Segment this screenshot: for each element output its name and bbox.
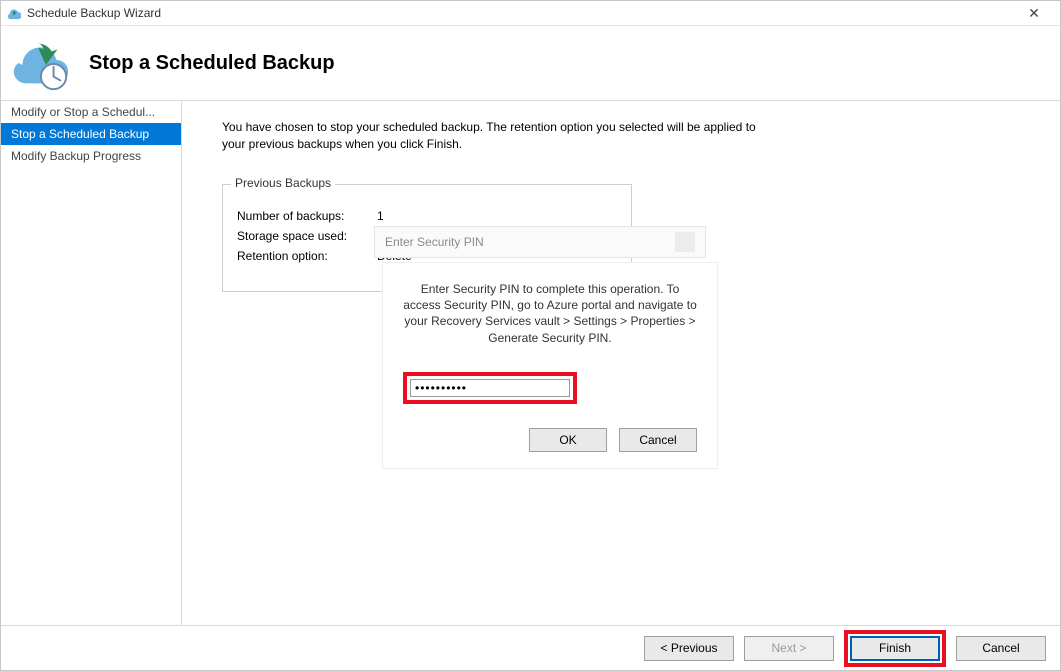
cancel-button[interactable]: Cancel <box>956 636 1046 661</box>
page-icon <box>9 32 71 94</box>
pin-input-highlight <box>403 372 577 404</box>
finish-button[interactable]: Finish <box>850 636 940 661</box>
pin-ok-button[interactable]: OK <box>529 428 607 452</box>
backup-count-value: 1 <box>377 209 384 223</box>
step-stop-scheduled[interactable]: Stop a Scheduled Backup <box>1 123 181 145</box>
previous-button[interactable]: < Previous <box>644 636 734 661</box>
backup-icon <box>7 6 21 20</box>
pin-strip-placeholder: Enter Security PIN <box>385 235 484 249</box>
pin-dialog-message: Enter Security PIN to complete this oper… <box>403 281 697 346</box>
titlebar: Schedule Backup Wizard ✕ <box>1 1 1060 26</box>
storage-used-label: Storage space used: <box>237 229 377 243</box>
group-legend: Previous Backups <box>231 176 335 190</box>
window-title: Schedule Backup Wizard <box>27 6 1014 20</box>
step-modify-or-stop[interactable]: Modify or Stop a Schedul... <box>1 101 181 123</box>
finish-highlight: Finish <box>844 630 946 667</box>
wizard-footer: < Previous Next > Finish Cancel <box>1 625 1060 670</box>
retention-label: Retention option: <box>237 249 377 263</box>
page-title: Stop a Scheduled Backup <box>89 52 335 75</box>
security-pin-input[interactable] <box>410 379 570 397</box>
security-pin-dialog: Enter Security PIN to complete this oper… <box>383 263 717 468</box>
intro-text: You have chosen to stop your scheduled b… <box>222 119 762 154</box>
pin-dialog-buttons: OK Cancel <box>403 428 697 452</box>
backup-count-label: Number of backups: <box>237 209 377 223</box>
step-modify-progress[interactable]: Modify Backup Progress <box>1 145 181 167</box>
wizard-window: Schedule Backup Wizard ✕ Stop a Schedule… <box>0 0 1061 671</box>
wizard-header: Stop a Scheduled Backup <box>1 26 1060 100</box>
next-button: Next > <box>744 636 834 661</box>
pin-cancel-button[interactable]: Cancel <box>619 428 697 452</box>
close-icon[interactable]: ✕ <box>1014 5 1054 22</box>
wizard-steps: Modify or Stop a Schedul... Stop a Sched… <box>1 101 181 625</box>
pin-clear-icon <box>675 232 695 252</box>
security-pin-strip: Enter Security PIN <box>374 226 706 258</box>
